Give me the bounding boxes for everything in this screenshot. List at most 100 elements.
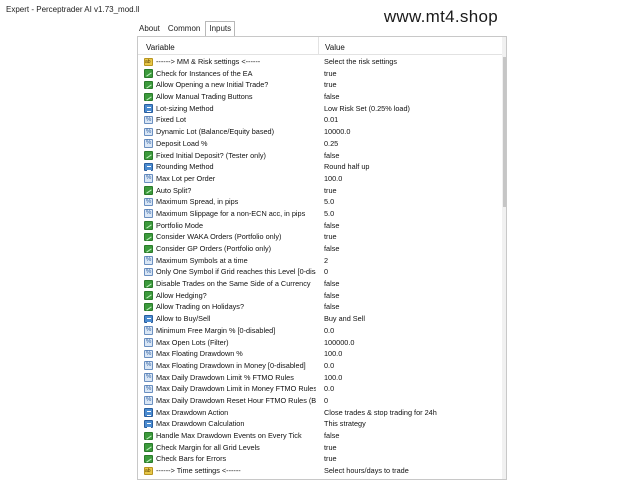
tab-common[interactable]: Common <box>165 21 203 37</box>
param-value[interactable]: 0 <box>324 266 328 278</box>
param-name: Max Drawdown Action <box>156 407 229 417</box>
table-row[interactable]: Maximum Slippage for a non-ECN acc, in p… <box>138 208 500 220</box>
table-row[interactable]: Max Daily Drawdown Reset Hour FTMO Rules… <box>138 395 500 407</box>
vertical-scrollbar[interactable] <box>502 37 506 479</box>
table-row[interactable]: ------> Time settings <------ Select hour… <box>138 465 500 477</box>
param-value[interactable]: Close trades & stop trading for 24h <box>324 407 437 419</box>
param-value[interactable]: 10000.0 <box>324 126 350 138</box>
param-value[interactable]: true <box>324 442 337 454</box>
column-header-variable[interactable]: Variable <box>146 39 175 57</box>
table-row[interactable]: Disable Trades on the Same Side of a Cur… <box>138 278 500 290</box>
table-row[interactable]: Maximum Spread, in pips 5.0 <box>138 196 500 208</box>
table-row[interactable]: Consider WAKA Orders (Portfolio only) tru… <box>138 231 500 243</box>
table-row[interactable]: ------> MM & Risk settings <------ Select… <box>138 56 500 68</box>
table-row[interactable]: Max Lot per Order 100.0 <box>138 172 500 185</box>
param-name: Max Floating Drawdown in Money [0-disabl… <box>156 360 306 370</box>
param-value[interactable]: false <box>324 301 339 313</box>
table-row[interactable]: Allow Hedging? false <box>138 289 500 302</box>
param-value[interactable]: 100000.0 <box>324 337 354 349</box>
table-row[interactable]: Only One Symbol if Grid reaches this Lev… <box>138 266 500 279</box>
tab-inputs[interactable]: Inputs <box>205 21 236 37</box>
param-value[interactable]: 2 <box>324 255 328 267</box>
table-row[interactable]: Max Open Lots (Filter) 100000.0 <box>138 336 500 349</box>
param-name: Portfolio Mode <box>156 220 204 230</box>
param-value[interactable]: 0.25 <box>324 138 338 150</box>
table-row[interactable]: Portfolio Mode false <box>138 219 500 232</box>
table-row[interactable]: Dynamic Lot (Balance/Equity based) 10000.… <box>138 126 500 138</box>
enum-param-icon <box>144 104 153 113</box>
table-row[interactable]: Max Drawdown Calculation This strategy <box>138 418 500 430</box>
bool-param-icon <box>144 186 153 195</box>
param-value[interactable]: 0 <box>324 395 328 407</box>
bool-param-icon <box>144 279 153 289</box>
bool-param-icon <box>144 221 153 230</box>
param-value[interactable]: 5.0 <box>324 208 334 220</box>
numeric-param-icon <box>144 267 153 278</box>
param-name: Max Floating Drawdown % <box>156 349 243 359</box>
param-value[interactable]: Select the risk settings <box>324 56 397 68</box>
param-value[interactable]: true <box>324 231 337 243</box>
param-value[interactable]: false <box>324 243 339 255</box>
param-value[interactable]: false <box>324 278 339 290</box>
scrollbar-thumb[interactable] <box>503 57 506 207</box>
table-row[interactable]: Check Margin for all Grid Levels true <box>138 442 500 454</box>
param-value[interactable]: true <box>324 68 337 80</box>
param-value[interactable]: Buy and Sell <box>324 313 365 325</box>
param-value[interactable]: false <box>324 290 339 302</box>
param-name: Rounding Method <box>156 162 214 172</box>
table-row[interactable]: Fixed Lot 0.01 <box>138 114 500 126</box>
param-value[interactable]: false <box>324 430 339 442</box>
table-row[interactable]: Max Daily Drawdown Limit % FTMO Rules 100… <box>138 372 500 384</box>
param-value[interactable]: false <box>324 220 339 232</box>
param-value[interactable]: 100.0 <box>324 372 342 384</box>
numeric-param-icon <box>144 372 153 383</box>
param-value[interactable]: 100.0 <box>324 348 342 360</box>
table-row[interactable]: Fixed Initial Deposit? (Tester only) fals… <box>138 149 500 162</box>
table-row[interactable]: Allow Opening a new Initial Trade? true <box>138 79 500 92</box>
param-value[interactable]: true <box>324 79 337 91</box>
numeric-param-icon <box>144 127 153 138</box>
param-value[interactable]: 0.0 <box>324 360 334 372</box>
table-row[interactable]: Allow Trading on Holidays? false <box>138 301 500 313</box>
param-value[interactable]: 5.0 <box>324 196 334 208</box>
param-name: Max Drawdown Calculation <box>156 419 245 429</box>
column-header-value[interactable]: Value <box>325 39 345 57</box>
bool-param-icon <box>144 431 153 440</box>
param-name: Max Daily Drawdown Reset Hour FTMO Rules… <box>156 395 316 405</box>
param-value[interactable]: Low Risk Set (0.25% load) <box>324 103 410 115</box>
param-value[interactable]: 0.0 <box>324 383 334 395</box>
param-value[interactable]: 0.0 <box>324 325 334 337</box>
table-row[interactable]: Allow to Buy/Sell Buy and Sell <box>138 313 500 325</box>
table-row[interactable]: Lot-sizing Method Low Risk Set (0.25% loa… <box>138 102 500 115</box>
table-row[interactable]: Max Daily Drawdown Limit in Money FTMO R… <box>138 383 500 395</box>
tab-about[interactable]: About <box>136 21 163 37</box>
numeric-param-icon <box>144 337 153 348</box>
table-row[interactable]: Auto Split? true <box>138 185 500 197</box>
table-row[interactable]: Allow Manual Trading Buttons false <box>138 91 500 103</box>
param-value[interactable]: 100.0 <box>324 173 342 185</box>
numeric-param-icon <box>144 255 153 266</box>
table-row[interactable]: Consider GP Orders (Portfolio only) false <box>138 243 500 255</box>
table-row[interactable]: Check Bars for Errors true <box>138 453 500 466</box>
param-value[interactable]: true <box>324 453 337 465</box>
table-row[interactable]: Rounding Method Round half up <box>138 161 500 173</box>
bool-param-icon <box>144 92 153 102</box>
param-value[interactable]: Select hours/days to trade <box>324 465 409 477</box>
table-row[interactable]: Minimum Free Margin % [0-disabled] 0.0 <box>138 325 500 337</box>
param-value[interactable]: Round half up <box>324 161 369 173</box>
table-row[interactable]: Max Drawdown Action Close trades & stop t… <box>138 406 500 419</box>
table-row[interactable]: Deposit Load % 0.25 <box>138 138 500 150</box>
bool-param-icon <box>144 232 153 242</box>
param-value[interactable]: true <box>324 185 337 197</box>
column-divider[interactable] <box>318 37 319 55</box>
table-row[interactable]: Handle Max Drawdown Events on Every Tick… <box>138 430 500 442</box>
param-value[interactable]: This strategy <box>324 418 366 430</box>
window-title: Expert - Perceptrader AI v1.73_mod.ll <box>0 0 640 20</box>
param-value[interactable]: false <box>324 150 339 162</box>
table-row[interactable]: Maximum Symbols at a time 2 <box>138 255 500 267</box>
param-value[interactable]: 0.01 <box>324 114 338 126</box>
table-row[interactable]: Max Floating Drawdown in Money [0-disabl… <box>138 359 500 372</box>
param-value[interactable]: false <box>324 91 339 103</box>
table-row[interactable]: Check for Instances of the EA true <box>138 68 500 80</box>
table-row[interactable]: Max Floating Drawdown % 100.0 <box>138 348 500 360</box>
